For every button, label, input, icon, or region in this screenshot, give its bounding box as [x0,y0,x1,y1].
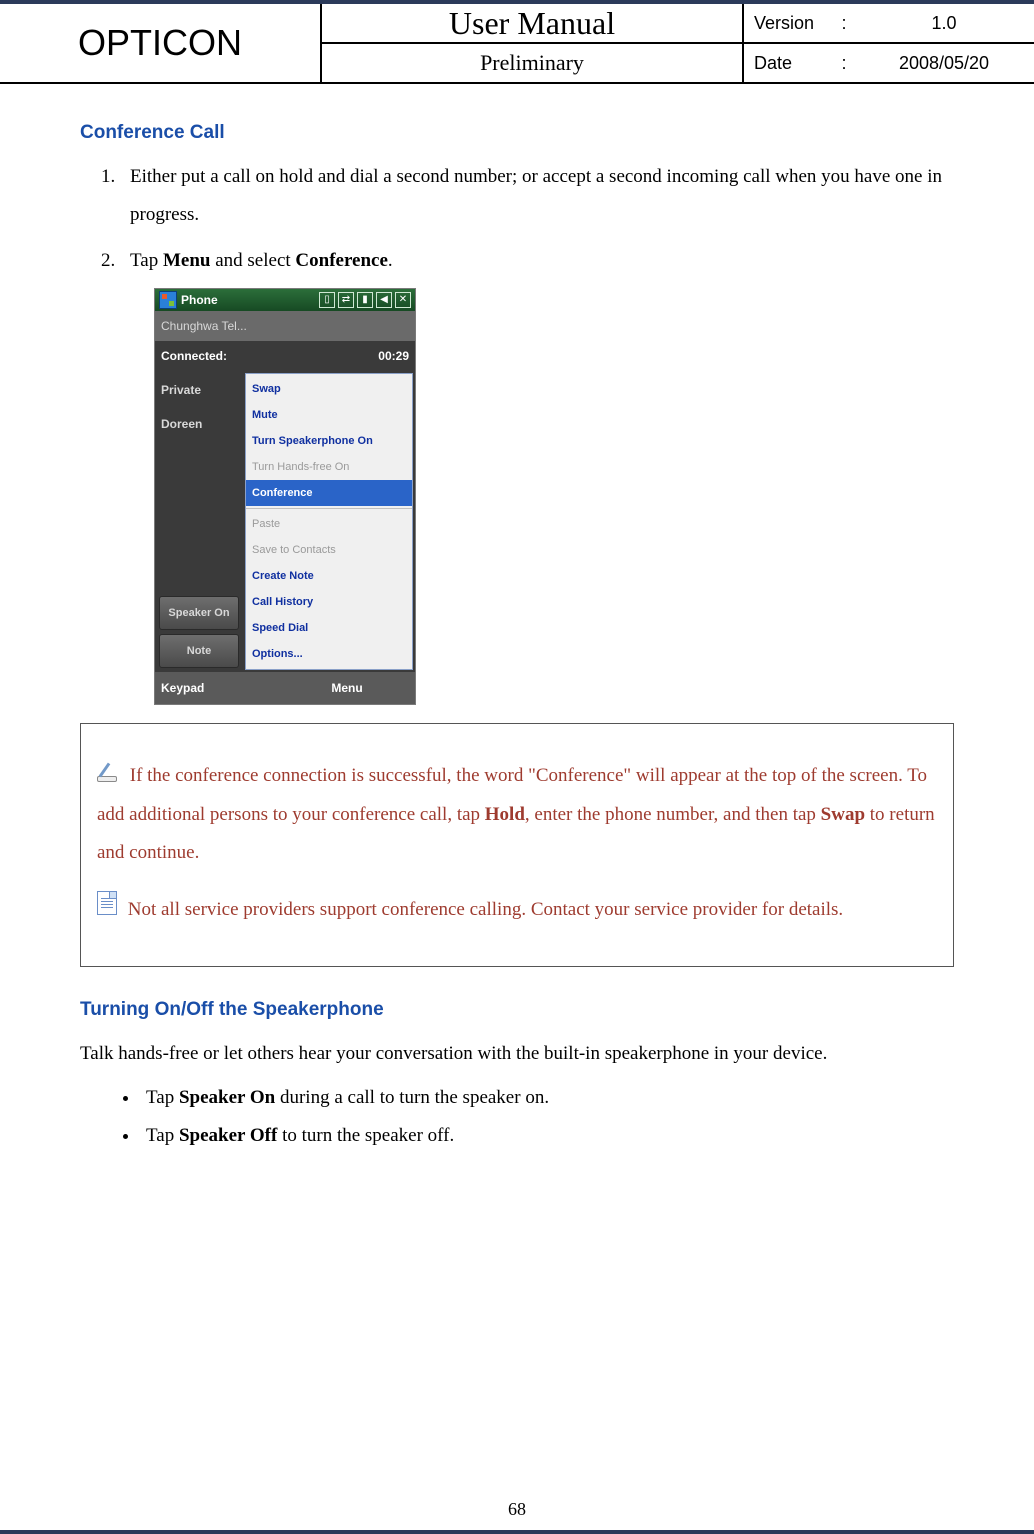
pencil-icon [97,758,119,796]
b1-b: Speaker On [179,1087,275,1108]
menu-separator [246,508,412,509]
menu-speakerphone[interactable]: Turn Speakerphone On [246,428,412,454]
step2-mid: and select [210,250,295,271]
heading-conference-call: Conference Call [80,114,954,152]
tip-swap: Swap [821,804,865,825]
heading-speakerphone: Turning On/Off the Speakerphone [80,991,954,1029]
b1-pre: Tap [146,1087,179,1108]
connected-time: 00:29 [378,344,409,368]
shot-side: Private Doreen Speaker On Note [155,371,243,672]
b2-b: Speaker Off [179,1125,277,1146]
note-info: Not all service providers support confer… [97,891,937,930]
menu-options[interactable]: Options... [246,641,412,667]
version-label: Version [754,13,834,34]
b2-pre: Tap [146,1125,179,1146]
speaker-bullets: Tap Speaker On during a call to turn the… [140,1079,954,1155]
header-mid: User Manual Preliminary [322,4,744,82]
step2-post: . [388,250,393,271]
menu-swap[interactable]: Swap [246,376,412,402]
tray-icons: ▯ ⇄ ▮ ◀ ✕ [319,292,411,308]
step2-menu: Menu [163,250,211,271]
menu-handsfree: Turn Hands-free On [246,454,412,480]
doc-subtitle: Preliminary [322,44,742,82]
windows-icon [159,291,177,309]
page: OPTICON User Manual Preliminary Version … [0,0,1034,1534]
connected-label: Connected: [161,344,227,368]
close-icon: ✕ [395,292,411,308]
sync-icon: ⇄ [338,292,354,308]
step-2: Tap Menu and select Conference. [120,242,954,280]
menu-speed-dial[interactable]: Speed Dial [246,615,412,641]
b2-post: to turn the speaker off. [277,1125,454,1146]
version-row: Version : 1.0 [744,4,1034,42]
date-label: Date [754,53,834,74]
label-private: Private [159,375,239,405]
note-box: If the conference connection is successf… [80,723,954,967]
info-text: Not all service providers support confer… [123,899,843,920]
shot-main: Private Doreen Speaker On Note Swap Mute… [155,371,415,672]
shot-titlebar: Phone ▯ ⇄ ▮ ◀ ✕ [155,289,415,311]
page-number: 68 [0,1499,1034,1520]
connected-row: Connected: 00:29 [155,341,415,371]
softkey-menu[interactable]: Menu [285,676,409,700]
bullet-speaker-on: Tap Speaker On during a call to turn the… [140,1079,954,1117]
shot-footer: Keypad Menu [155,672,415,704]
content-body: Conference Call Either put a call on hol… [0,84,1034,1155]
tip-b: , enter the phone number, and then tap [525,804,821,825]
carrier-label: Chunghwa Tel... [155,311,415,341]
phone-screenshot: Phone ▯ ⇄ ▮ ◀ ✕ Chunghwa Tel... Connecte… [154,288,416,705]
shot-title: Phone [181,288,319,312]
step2-conf: Conference [295,250,388,271]
menu-mute[interactable]: Mute [246,402,412,428]
menu-conference[interactable]: Conference [246,480,412,506]
tip-hold: Hold [485,804,525,825]
colon: : [834,53,854,74]
doc-title: User Manual [322,4,742,44]
speaker-on-button[interactable]: Speaker On [159,596,239,630]
label-doreen: Doreen [159,409,239,439]
b1-post: during a call to turn the speaker on. [275,1087,549,1108]
note-button[interactable]: Note [159,634,239,668]
step-1: Either put a call on hold and dial a sec… [120,158,954,234]
brand: OPTICON [0,4,322,82]
volume-icon: ◀ [376,292,392,308]
battery-icon: ▮ [357,292,373,308]
date-value: 2008/05/20 [854,53,1034,74]
menu-save-contacts: Save to Contacts [246,537,412,563]
menu-paste: Paste [246,511,412,537]
colon: : [834,13,854,34]
date-row: Date : 2008/05/20 [744,42,1034,82]
bullet-speaker-off: Tap Speaker Off to turn the speaker off. [140,1117,954,1155]
menu-create-note[interactable]: Create Note [246,563,412,589]
header-table: OPTICON User Manual Preliminary Version … [0,4,1034,84]
speakerphone-intro: Talk hands-free or let others hear your … [80,1035,954,1073]
version-value: 1.0 [854,13,1034,34]
steps-list: Either put a call on hold and dial a sec… [120,158,954,280]
softkey-keypad[interactable]: Keypad [161,676,285,700]
page-icon [97,891,117,929]
signal-icon: ▯ [319,292,335,308]
step2-pre: Tap [130,250,163,271]
context-menu: Swap Mute Turn Speakerphone On Turn Hand… [245,373,413,670]
note-tip: If the conference connection is successf… [97,757,937,872]
header-meta: Version : 1.0 Date : 2008/05/20 [744,4,1034,82]
menu-call-history[interactable]: Call History [246,589,412,615]
